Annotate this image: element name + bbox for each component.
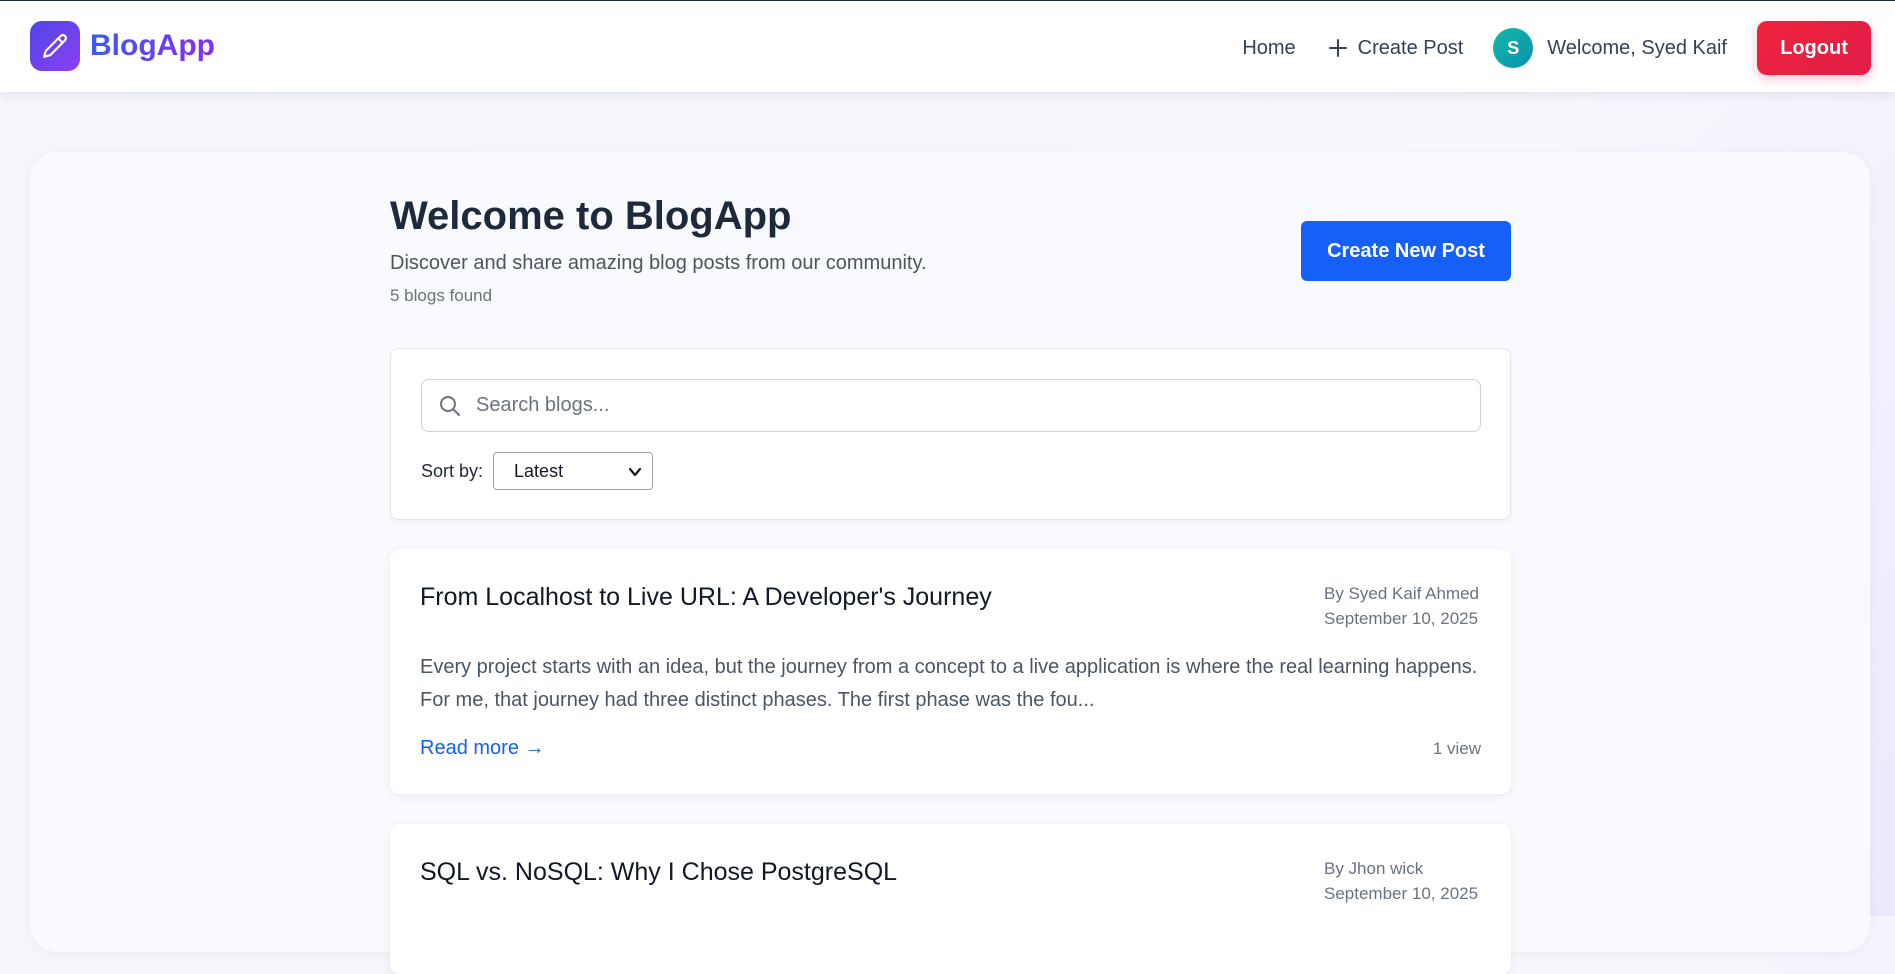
view-count: 1 view	[1432, 739, 1481, 758]
blog-meta: By Syed Kaif Ahmed September 10, 2025	[1324, 581, 1479, 631]
nav-create-post-label: Create Post	[1357, 36, 1464, 59]
chevron-down-icon	[628, 465, 642, 479]
blog-meta: By Jhon wick September 10, 2025	[1324, 856, 1478, 906]
blog-count: 5 blogs found	[390, 286, 493, 305]
search-panel: Search blogs... Sort by: Latest	[390, 348, 1511, 520]
brand-link[interactable]: BlogApp	[30, 21, 215, 71]
welcome-text: Welcome, Syed Kaif	[1547, 36, 1727, 59]
avatar: S	[1493, 28, 1534, 68]
blog-author: By Jhon wick	[1324, 859, 1424, 878]
blog-title[interactable]: SQL vs. NoSQL: Why I Chose PostgreSQL	[420, 858, 897, 887]
nav-home-link[interactable]: Home	[1242, 37, 1295, 60]
search-input[interactable]: Search blogs...	[421, 379, 1481, 432]
pencil-icon	[30, 21, 80, 71]
blog-author: By Syed Kaif Ahmed	[1324, 584, 1479, 603]
nav-right: Home Create Post S Welcome, Syed Kaif Lo…	[1242, 20, 1871, 76]
sort-label: Sort by:	[421, 460, 484, 481]
sort-select[interactable]: Latest	[493, 452, 654, 490]
nav-create-post-link[interactable]: Create Post	[1328, 36, 1464, 60]
search-icon	[438, 394, 462, 418]
navbar: BlogApp Home Create Post S Welcome, Syed…	[0, 0, 1895, 92]
blog-card: SQL vs. NoSQL: Why I Chose PostgreSQL By…	[390, 824, 1511, 974]
blog-date: September 10, 2025	[1324, 609, 1479, 628]
brand-name: BlogApp	[90, 29, 215, 62]
logout-button[interactable]: Logout	[1757, 21, 1871, 75]
page-subtitle: Discover and share amazing blog posts fr…	[390, 252, 927, 274]
sort-value: Latest	[514, 460, 564, 481]
plus-icon	[1328, 38, 1348, 58]
blog-title[interactable]: From Localhost to Live URL: A Developer'…	[420, 583, 992, 612]
blog-date: September 10, 2025	[1324, 884, 1479, 903]
create-new-post-button[interactable]: Create New Post	[1301, 221, 1511, 281]
page-title: Welcome to BlogApp	[390, 194, 792, 238]
blog-excerpt: Every project starts with an idea, but t…	[420, 656, 1478, 711]
search-placeholder: Search blogs...	[476, 394, 610, 416]
read-more-link[interactable]: Read more →	[420, 737, 545, 760]
blog-card: From Localhost to Live URL: A Developer'…	[390, 549, 1511, 794]
sort-row: Sort by: Latest	[421, 452, 654, 490]
